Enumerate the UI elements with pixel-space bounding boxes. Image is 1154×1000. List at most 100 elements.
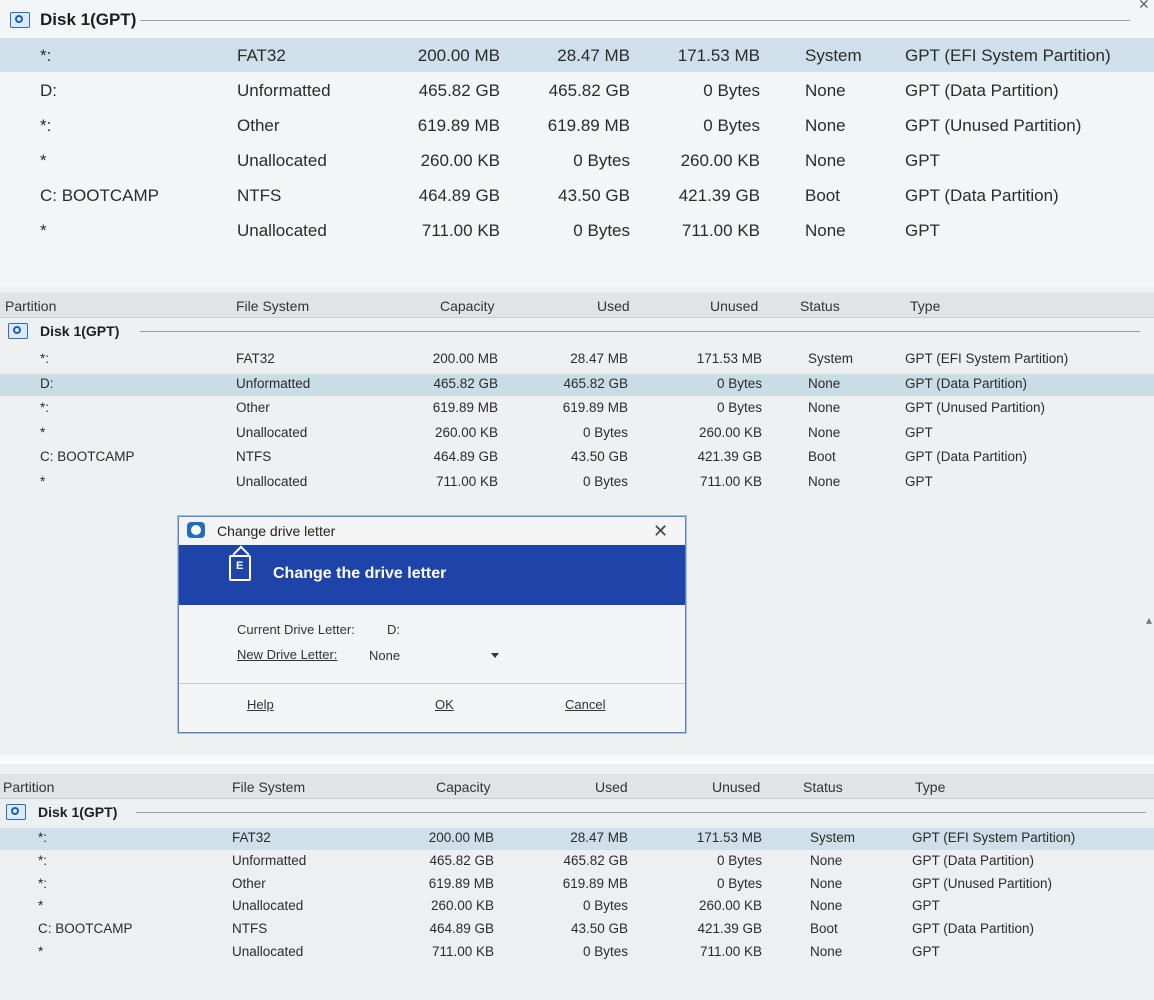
partition-row[interactable]: *: Other 619.89 MB 619.89 MB 0 Bytes None GPT … [0,108,1154,142]
cell-partition: D: [40,81,57,100]
cell-partition: * [40,424,46,440]
cell-file-system: Unallocated [236,473,308,489]
cell-file-system: NTFS [232,921,268,937]
cell-unused: 171.53 MB [696,830,762,845]
partition-row[interactable]: C: BOOTCAMP NTFS 464.89 GB 43.50 GB 421.39 G… [0,178,1154,212]
disk-label: Disk 1(GPT) [40,323,120,339]
cell-partition: * [40,473,46,489]
cell-partition: *: [38,830,48,845]
cell-type: GPT (Unused Partition) [905,400,1046,415]
cell-unused: 421.39 GB [697,449,762,464]
col-file-system[interactable]: File System [236,298,309,314]
partition-row[interactable]: C: BOOTCAMP NTFS 464.89 GB 43.50 GB 421.39 G… [0,919,1154,941]
cell-file-system: Unallocated [236,424,308,440]
partition-row[interactable]: *: FAT32 200.00 MB 28.47 MB 171.53 MB System G… [0,349,1154,371]
partition-list-zoomed: ✕ Disk 1(GPT) *: FAT32 200.00 MB 28.47 MB 17… [0,0,1154,287]
col-used[interactable]: Used [595,779,628,795]
help-button[interactable]: Help [247,697,274,712]
cell-unused: 711.00 KB [681,221,760,240]
col-status[interactable]: Status [800,298,840,314]
cell-partition: * [38,944,44,959]
col-type[interactable]: Type [910,298,940,314]
cell-file-system: NTFS [237,186,282,205]
partition-row[interactable]: *: Other 619.89 MB 619.89 MB 0 Bytes None GPT … [0,874,1154,896]
cell-type: GPT (Unused Partition) [905,116,1082,135]
ok-button[interactable]: OK [435,697,454,712]
partition-row[interactable]: *: FAT32 200.00 MB 28.47 MB 171.53 MB System G… [0,828,1154,850]
cell-type: GPT (Data Partition) [912,852,1035,868]
current-drive-letter-label: Current Drive Letter: [237,622,355,637]
cell-used: 0 Bytes [582,424,628,440]
cell-type: GPT (Unused Partition) [912,875,1053,891]
dialog-close-icon[interactable]: ✕ [653,521,668,542]
cell-used: 43.50 GB [558,186,630,205]
cell-file-system: Unformatted [237,81,331,100]
partition-row[interactable]: * Unallocated 711.00 KB 0 Bytes 711.00 KB Non… [0,942,1154,964]
dialog-title: Change drive letter [217,523,336,539]
cell-unused: 171.53 MB [677,46,760,65]
chevron-down-icon[interactable] [491,653,499,658]
col-partition[interactable]: Partition [3,779,54,795]
cell-status: Boot [805,186,840,205]
cell-status: None [808,375,841,391]
cell-file-system: NTFS [236,449,272,464]
partition-row[interactable]: * Unallocated 260.00 KB 0 Bytes 260.00 KB Non… [0,423,1154,445]
partition-row[interactable]: * Unallocated 260.00 KB 0 Bytes 260.00 KB Non… [0,896,1154,918]
cell-capacity: 260.00 KB [434,424,498,440]
col-partition[interactable]: Partition [5,298,56,314]
cell-file-system: Unallocated [232,944,304,959]
partition-row[interactable]: C: BOOTCAMP NTFS 464.89 GB 43.50 GB 421.39 G… [0,447,1154,469]
dialog-banner: Change the drive letter [179,545,685,605]
col-unused[interactable]: Unused [710,298,758,314]
cell-file-system: Unallocated [232,898,304,914]
col-type[interactable]: Type [915,779,945,795]
cell-status: System [805,46,862,65]
cell-unused: 171.53 MB [696,351,762,366]
cell-unused: 0 Bytes [716,375,762,391]
scroll-up-icon[interactable]: ▴ [1146,613,1152,627]
partition-row[interactable]: * Unallocated 711.00 KB 0 Bytes 711.00 KB Non… [0,472,1154,494]
col-capacity[interactable]: Capacity [436,779,490,795]
cell-capacity: 465.82 GB [418,81,500,100]
partition-row[interactable]: *: Other 619.89 MB 619.89 MB 0 Bytes None GPT … [0,398,1154,420]
app-logo-icon [187,522,205,538]
cell-used: 619.89 MB [562,875,628,891]
col-capacity[interactable]: Capacity [440,298,494,314]
cell-partition: *: [40,400,50,415]
dialog-titlebar[interactable]: Change drive letter ✕ [179,517,685,545]
partition-row[interactable]: * Unallocated 260.00 KB 0 Bytes 260.00 KB Non… [0,143,1154,177]
cell-capacity: 200.00 MB [432,351,498,366]
cell-capacity: 200.00 MB [417,46,500,65]
disk-icon [6,804,26,820]
cell-used: 0 Bytes [582,473,628,489]
partition-row[interactable]: * Unallocated 711.00 KB 0 Bytes 711.00 KB Non… [0,213,1154,247]
cell-capacity: 619.89 MB [432,400,498,415]
cell-capacity: 711.00 KB [421,221,500,240]
cell-type: GPT (Data Partition) [905,375,1028,391]
disk-row[interactable]: Disk 1(GPT) [0,800,1154,824]
col-used[interactable]: Used [597,298,630,314]
cell-used: 43.50 GB [570,449,628,464]
cell-file-system: FAT32 [237,46,286,65]
partition-row[interactable]: *: Unformatted 465.82 GB 465.82 GB 0 Bytes No… [0,851,1154,873]
cell-type: GPT (EFI System Partition) [905,351,1069,366]
new-drive-letter-select[interactable]: None [369,647,509,665]
cell-status: None [810,875,843,891]
cell-unused: 0 Bytes [703,81,760,100]
partition-row[interactable]: *: FAT32 200.00 MB 28.47 MB 171.53 MB System G… [0,38,1154,72]
partition-row[interactable]: D: Unformatted 465.82 GB 465.82 GB 0 Bytes No… [0,73,1154,107]
col-status[interactable]: Status [803,779,843,795]
cell-partition: * [40,221,47,240]
disk-row[interactable]: Disk 1(GPT) [0,319,1154,343]
disk-row[interactable]: Disk 1(GPT) [0,8,1154,32]
cell-used: 0 Bytes [582,898,628,914]
disk-icon [10,12,30,28]
partition-row[interactable]: D: Unformatted 465.82 GB 465.82 GB 0 Bytes No… [0,373,1154,396]
cell-type: GPT (EFI System Partition) [905,46,1111,65]
column-header: Partition File System Capacity Used Unus… [0,293,1154,318]
col-unused[interactable]: Unused [712,779,760,795]
cancel-button[interactable]: Cancel [565,697,605,712]
col-file-system[interactable]: File System [232,779,305,795]
cell-unused: 260.00 KB [698,898,762,914]
cell-file-system: FAT32 [236,351,275,366]
